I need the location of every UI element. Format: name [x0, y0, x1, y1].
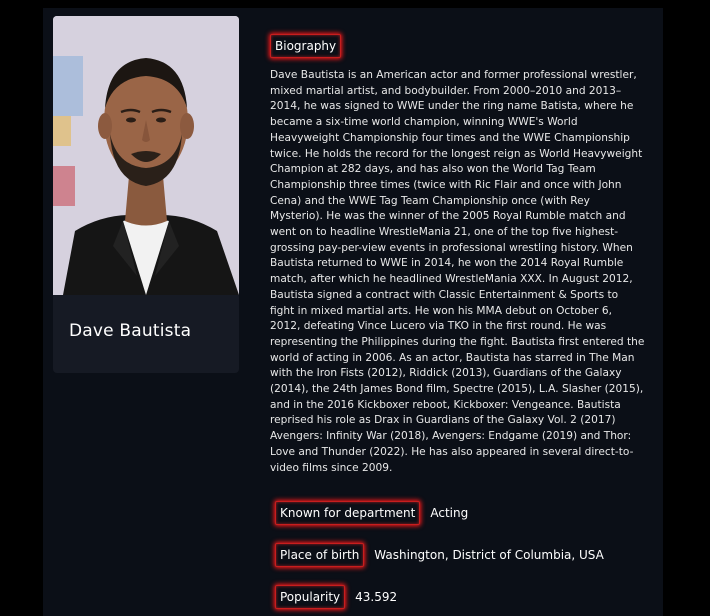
profile-photo [53, 16, 239, 295]
popularity-label: Popularity [275, 585, 346, 609]
place-of-birth-value: Washington, District of Columbia, USA [374, 548, 604, 562]
biography-text: Dave Bautista is an American actor and f… [270, 69, 645, 474]
profile-card: Dave Bautista [53, 16, 239, 373]
person-detail-panel: Dave Bautista Biography Dave Bautista is… [43, 8, 663, 616]
known-for-row: Known for department Acting [275, 501, 468, 525]
known-for-label: Known for department [275, 501, 421, 525]
biography-label: Biography [270, 34, 342, 58]
popularity-row: Popularity 43.592 [275, 585, 397, 609]
popularity-value: 43.592 [355, 590, 398, 604]
known-for-value: Acting [430, 506, 469, 520]
person-name: Dave Bautista [69, 321, 192, 341]
place-of-birth-label: Place of birth [275, 543, 365, 567]
profile-photo-illustration [53, 16, 239, 295]
place-of-birth-row: Place of birth Washington, District of C… [275, 543, 604, 567]
